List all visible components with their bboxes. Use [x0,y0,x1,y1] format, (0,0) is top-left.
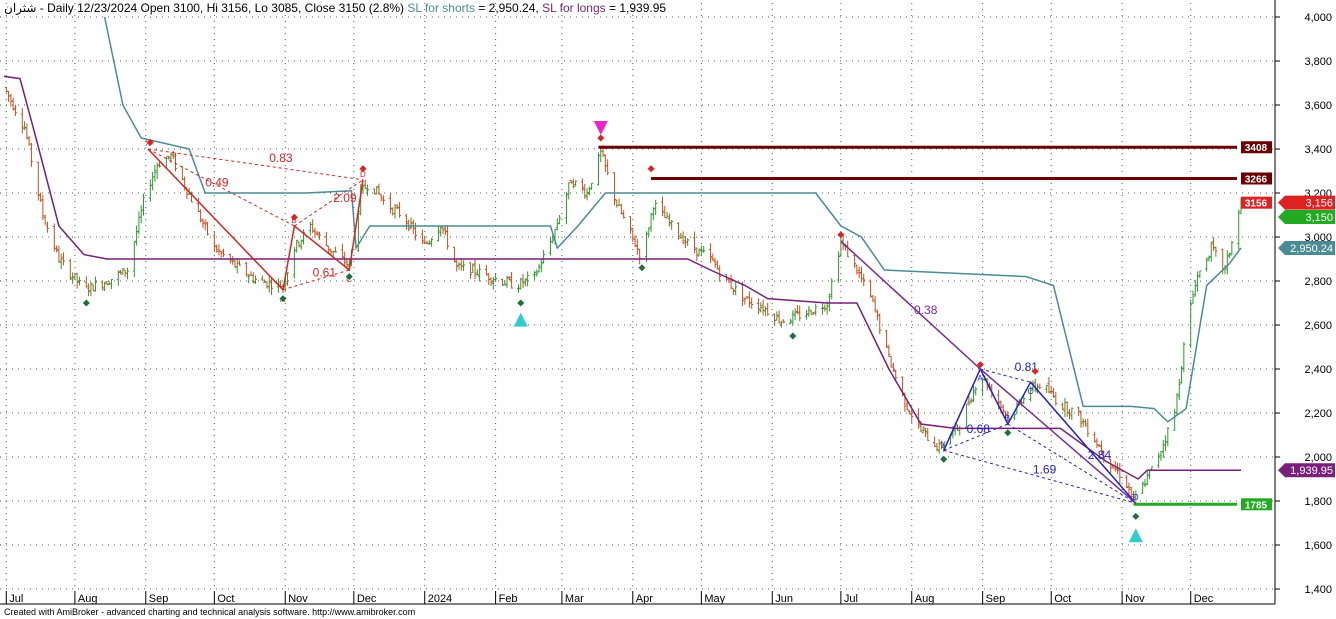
pattern-ratio-label: 0.68 [967,422,991,436]
price-tag-label: 2,950.24 [1290,243,1333,255]
x-tick-label: Oct [1054,593,1071,605]
y-tick-label: 2,200 [1304,408,1332,420]
price-tag-label: 3,150 [1305,212,1333,224]
sl-longs-label: SL for longs [542,1,606,15]
pattern-point-label: B [1005,414,1010,423]
sl-shorts-label: SL for shorts [407,1,475,15]
y-tick-label: 1,800 [1304,496,1332,508]
x-tick-label: Dec [1194,593,1214,605]
level-label: 3408 [1245,143,1268,154]
x-tick-label: Jul [9,593,23,605]
pattern-ratio-label: 2.09 [333,191,357,205]
pattern-ratio-label: 0.38 [914,303,938,317]
footer-credit: Created with AmiBroker - advanced charti… [4,607,416,617]
x-tick-label: Nov [1125,593,1145,605]
price-chart: 340832661785 XABCD0.830.492.090.61XABCD0… [0,0,1336,619]
level-label: 3266 [1245,174,1268,185]
x-tick-label: Feb [499,593,518,605]
y-tick-label: 3,400 [1304,144,1332,156]
chart-header: شثران - Daily 12/23/2024 Open 3100, Hi 3… [4,1,666,15]
x-tick-label: May [704,593,725,605]
level-label: 1785 [1245,500,1268,511]
pattern-ratio-label: 0.49 [205,175,229,189]
symbol-name: شثران [4,1,37,15]
y-tick-label: 2,000 [1304,452,1332,464]
y-tick-label: 1,400 [1304,584,1332,596]
pattern-ratio-label: 0.61 [313,266,337,280]
x-tick-label: Dec [357,593,377,605]
x-tick-label: Aug [78,593,98,605]
price-tag-label: 3,156 [1305,198,1333,210]
pattern-ratio-label: 2.84 [1088,448,1112,462]
price-tag-label: 3156 [1245,199,1268,210]
y-tick-label: 3,800 [1304,56,1332,68]
chart-background [0,0,1336,619]
x-tick-label: Nov [288,593,308,605]
sl-longs-value: = 1,939.95 [609,1,667,15]
pattern-point-label: C [1028,387,1034,396]
y-tick-label: 1,600 [1304,540,1332,552]
pattern-ratio-label: 1.69 [1033,463,1057,477]
y-tick-label: 2,800 [1304,276,1332,288]
x-tick-label: Jun [775,593,793,605]
pattern-point-label: A [977,374,983,383]
pattern-point-label: X [941,440,947,449]
y-tick-label: 4,000 [1304,12,1332,24]
x-tick-label: Mar [565,593,584,605]
x-tick-label: Sep [986,593,1006,605]
x-tick-label: Aug [915,593,935,605]
x-tick-label: Oct [217,593,234,605]
price-tag-label: 1,939.95 [1290,465,1333,477]
y-tick-label: 2,400 [1304,364,1332,376]
x-tick-label: 2024 [428,593,452,605]
pattern-ratio-label: 0.83 [269,151,293,165]
ohlc-summary: - Daily 12/23/2024 Open 3100, Hi 3156, L… [39,1,405,15]
y-tick-label: 2,600 [1304,320,1332,332]
x-tick-label: Apr [636,593,653,605]
x-tick-label: Jul [844,593,858,605]
y-tick-label: 3,600 [1304,100,1332,112]
x-tick-label: Sep [149,593,169,605]
sl-shorts-value: = 2,950.24, [478,1,539,15]
